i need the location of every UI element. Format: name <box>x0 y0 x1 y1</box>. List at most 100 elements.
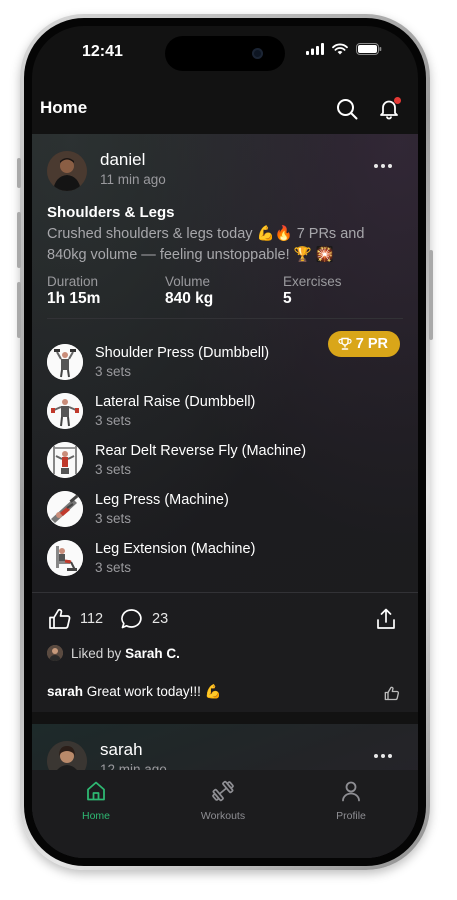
more-dot-icon <box>388 164 392 168</box>
comment-username[interactable]: sarah <box>47 684 83 699</box>
stat-volume: Volume 840 kg <box>165 274 213 308</box>
exercise-name: Leg Press (Machine) <box>95 492 229 508</box>
like-button[interactable]: 112 <box>48 608 103 630</box>
share-icon <box>377 608 395 629</box>
leg-extension-icon <box>47 540 83 576</box>
tab-workouts[interactable]: Workouts <box>183 780 263 822</box>
divider <box>47 318 403 319</box>
thumbs-up-icon <box>49 608 71 629</box>
more-dot-icon <box>388 754 392 758</box>
liked-by-avatar-image <box>47 645 63 661</box>
status-time: 12:41 <box>82 43 123 60</box>
stat-label: Volume <box>165 274 211 289</box>
post-actions: 112 23 <box>32 600 418 636</box>
liked-by-name[interactable]: Sarah C. <box>125 646 180 661</box>
comment-count: 23 <box>152 611 169 627</box>
stat-value: 1h 15m <box>47 290 101 307</box>
exercise-name: Lateral Raise (Dumbbell) <box>95 394 256 410</box>
more-dot-icon <box>381 164 385 168</box>
stat-label: Exercises <box>283 274 342 289</box>
exercise-sets: 3 sets <box>95 560 132 575</box>
tab-label: Profile <box>336 810 366 822</box>
comment-button[interactable]: 23 <box>120 608 168 630</box>
exercise-thumbnail <box>47 393 83 429</box>
more-dot-icon <box>374 754 378 758</box>
stat-value: 5 <box>283 290 292 307</box>
exercise-name: Leg Extension (Machine) <box>95 541 256 557</box>
search-button[interactable] <box>333 95 361 123</box>
avatar-image <box>47 151 87 191</box>
status-icons <box>306 43 382 55</box>
action-button <box>17 158 21 188</box>
exercise-name: Rear Delt Reverse Fly (Machine) <box>95 443 307 459</box>
tab-label: Workouts <box>200 810 246 822</box>
like-count: 112 <box>80 611 104 627</box>
exercise-thumbnail <box>47 540 83 576</box>
app-header: Home <box>32 90 418 134</box>
feed[interactable]: daniel 11 min ago Shoulders & Legs Crush… <box>32 134 418 858</box>
wifi-icon <box>332 43 348 55</box>
post-timestamp: 11 min ago <box>100 172 166 187</box>
bottom-tab-bar: Home Workouts Profile <box>32 770 418 858</box>
exercise-thumbnail <box>47 491 83 527</box>
dumbbell-icon <box>212 780 234 802</box>
exercise-thumbnail <box>47 344 83 380</box>
lateral-raise-icon <box>47 393 83 429</box>
screen: 12:41 Home daniel 11 min ago Shoulders &… <box>32 26 418 858</box>
comment-like-icon[interactable] <box>384 686 400 701</box>
volume-down-button <box>17 282 21 338</box>
exercise-sets: 3 sets <box>95 364 132 379</box>
tab-home[interactable]: Home <box>56 780 136 822</box>
exercise-item[interactable]: Rear Delt Reverse Fly (Machine) 3 sets <box>47 442 377 482</box>
stat-duration: Duration 1h 15m <box>47 274 100 308</box>
exercise-thumbnail <box>47 442 83 478</box>
tab-profile[interactable]: Profile <box>311 780 391 822</box>
power-button <box>429 250 433 340</box>
liked-by-avatar <box>47 645 63 661</box>
signal-icon <box>306 43 324 55</box>
page-title: Home <box>40 98 88 117</box>
exercise-sets: 3 sets <box>95 511 132 526</box>
divider <box>32 592 418 593</box>
exercise-name: Shoulder Press (Dumbbell) <box>95 345 270 361</box>
workout-post: daniel 11 min ago Shoulders & Legs Crush… <box>32 134 418 712</box>
reverse-fly-machine-icon <box>47 442 83 478</box>
avatar[interactable] <box>47 151 87 191</box>
exercise-sets: 3 sets <box>95 462 132 477</box>
stat-exercises: Exercises 5 <box>283 274 342 308</box>
exercise-item[interactable]: Shoulder Press (Dumbbell) 3 sets <box>47 344 377 384</box>
liked-by-row[interactable]: Liked by Sarah C. <box>47 645 180 661</box>
exercise-item[interactable]: Leg Extension (Machine) 3 sets <box>47 540 377 580</box>
tab-label: Home <box>81 810 110 822</box>
comment-icon <box>121 609 142 629</box>
search-icon <box>337 99 358 120</box>
post-username[interactable]: daniel <box>100 150 145 170</box>
status-bar: 12:41 <box>32 26 418 80</box>
workout-title: Shoulders & Legs <box>47 204 175 221</box>
home-icon <box>87 781 105 801</box>
workout-description: Crushed shoulders & legs today 💪🔥 7 PRs … <box>47 226 365 263</box>
stat-label: Duration <box>47 274 99 289</box>
notification-badge <box>394 97 401 104</box>
volume-up-button <box>17 212 21 268</box>
exercise-sets: 3 sets <box>95 413 132 428</box>
leg-press-icon <box>47 491 83 527</box>
more-options-button[interactable] <box>374 754 392 758</box>
exercise-item[interactable]: Lateral Raise (Dumbbell) 3 sets <box>47 393 377 433</box>
dynamic-island <box>165 36 285 71</box>
comment-text: Great work today!!! 💪 <box>86 684 222 699</box>
camera-icon <box>252 48 263 59</box>
post-username[interactable]: sarah <box>100 740 143 760</box>
liked-by-prefix: Liked by <box>71 645 122 661</box>
share-button[interactable] <box>376 608 396 630</box>
post-separator <box>32 712 418 724</box>
more-dot-icon <box>374 164 378 168</box>
battery-icon <box>356 43 382 55</box>
notifications-button[interactable] <box>375 95 403 123</box>
comment-preview[interactable]: sarah Great work today!!! 💪 <box>47 684 221 700</box>
stat-value: 840 kg <box>165 290 214 307</box>
profile-icon <box>342 781 360 802</box>
exercise-item[interactable]: Leg Press (Machine) 3 sets <box>47 491 377 531</box>
more-options-button[interactable] <box>374 164 392 168</box>
shoulder-press-icon <box>47 344 83 380</box>
